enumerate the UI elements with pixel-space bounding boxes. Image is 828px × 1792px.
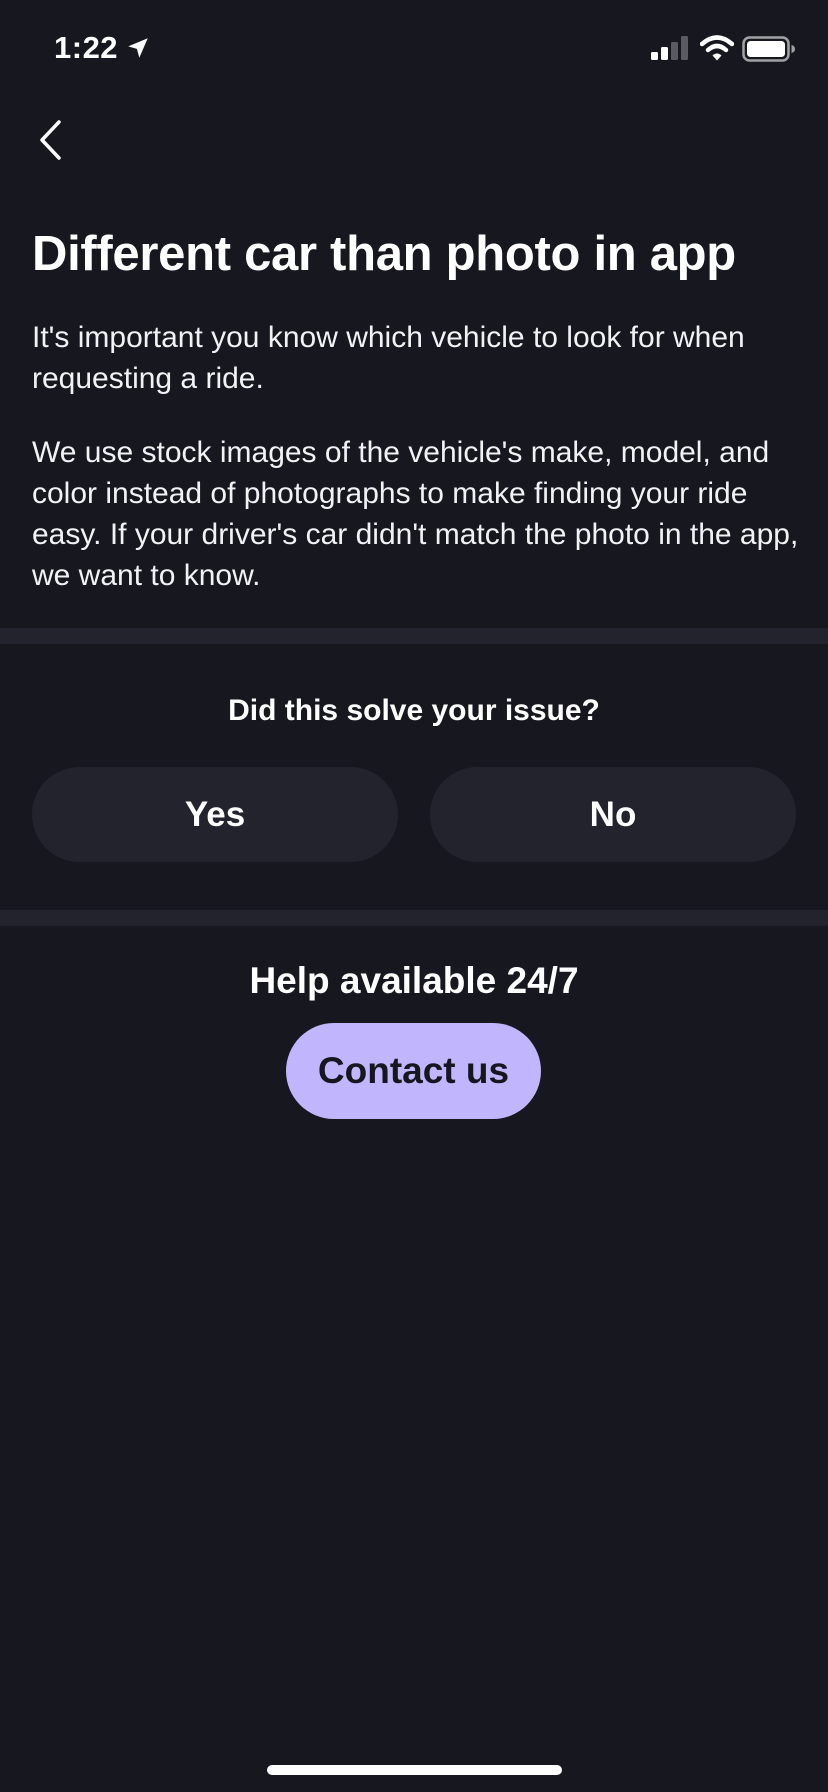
article-paragraph: It's important you know which vehicle to…	[32, 321, 745, 395]
page-title: Different car than photo in app	[32, 227, 736, 281]
no-button[interactable]: No	[430, 767, 796, 862]
location-arrow-icon	[128, 38, 148, 58]
wifi-icon	[700, 35, 734, 61]
back-button[interactable]	[20, 110, 80, 170]
contact-us-button[interactable]: Contact us	[286, 1023, 541, 1119]
section-divider	[0, 628, 828, 644]
home-indicator[interactable]	[267, 1765, 562, 1775]
status-time: 1:22	[54, 30, 119, 65]
section-divider	[0, 910, 828, 926]
help-availability-text: Help available 24/7	[249, 960, 579, 1001]
battery-icon	[742, 36, 795, 62]
article-paragraph: We use stock images of the vehicle's mak…	[32, 436, 799, 592]
status-bar: 1:22	[0, 0, 828, 100]
yes-button[interactable]: Yes	[32, 767, 398, 862]
cellular-signal-icon	[651, 36, 688, 60]
feedback-question: Did this solve your issue?	[228, 694, 600, 727]
chevron-left-icon	[40, 120, 61, 160]
